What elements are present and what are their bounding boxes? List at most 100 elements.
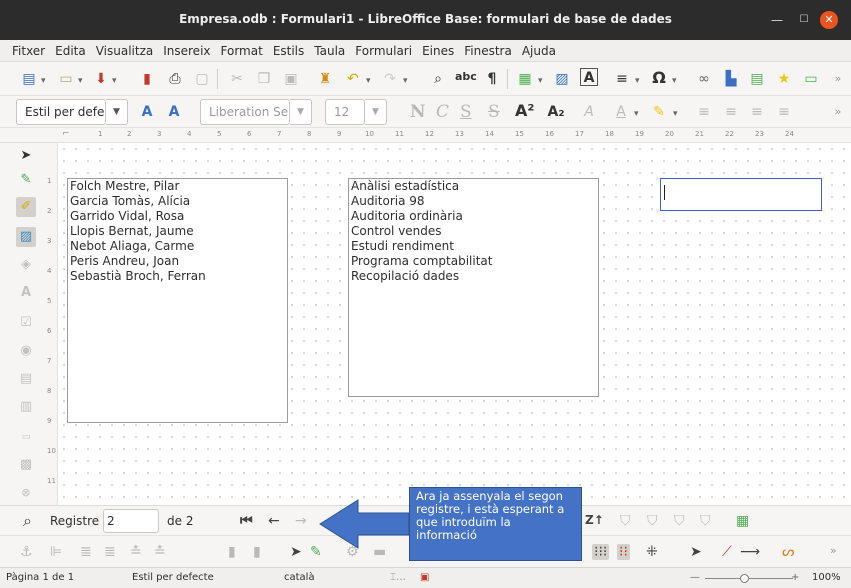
- bring-forward-icon[interactable]: ≣: [104, 544, 116, 560]
- save-dropdown-icon[interactable]: ▾: [112, 76, 117, 86]
- new-document-icon[interactable]: ▤: [20, 70, 38, 88]
- justify-icon[interactable]: ≡: [775, 103, 793, 121]
- strikethrough-icon[interactable]: S: [488, 102, 500, 122]
- track-changes-icon[interactable]: ▭: [802, 70, 820, 88]
- redo-icon[interactable]: ↷: [381, 70, 399, 88]
- font-dropdown-icon[interactable]: ▼: [290, 99, 312, 125]
- spelling-icon[interactable]: abc: [455, 68, 477, 86]
- language-status[interactable]: català: [284, 572, 315, 583]
- align-right-icon[interactable]: ≡: [748, 103, 766, 121]
- font-size-combo[interactable]: 12: [325, 99, 365, 125]
- align-left-icon[interactable]: ≡: [695, 103, 713, 121]
- new-dropdown-icon[interactable]: ▾: [41, 76, 46, 86]
- list-item[interactable]: Garcia Tomàs, Alícia: [68, 194, 287, 209]
- first-record-icon[interactable]: ⏮: [240, 513, 253, 529]
- arrow-line-icon[interactable]: ⟶: [740, 544, 760, 560]
- option-button-icon[interactable]: ◉: [16, 341, 36, 361]
- form-filter-icon[interactable]: ⛉: [674, 513, 685, 529]
- update-style-icon[interactable]: A: [138, 103, 156, 121]
- list-item[interactable]: Control vendes: [349, 224, 598, 239]
- previous-record-icon[interactable]: ←: [268, 513, 280, 529]
- curve-icon[interactable]: ᔕ: [782, 544, 794, 560]
- list-item[interactable]: Anàlisi estadística: [349, 179, 598, 194]
- push-button-icon[interactable]: ▭: [16, 427, 36, 447]
- paste-icon[interactable]: ▣: [282, 70, 300, 88]
- undo-icon[interactable]: ↶: [344, 70, 362, 88]
- menu-finestra[interactable]: Finestra: [459, 40, 517, 58]
- clone-formatting-icon[interactable]: ♜: [316, 70, 334, 88]
- record-number-field[interactable]: 2: [103, 509, 159, 533]
- list-item[interactable]: Peris Andreu, Joan: [68, 254, 287, 269]
- list-item[interactable]: Nebot Aliaga, Carme: [68, 239, 287, 254]
- size-dropdown-icon[interactable]: ▼: [365, 99, 387, 125]
- superscript-icon[interactable]: A²: [515, 102, 534, 120]
- find-replace-icon[interactable]: ⌕: [429, 70, 447, 88]
- maximize-button[interactable]: ☐: [795, 11, 813, 29]
- subscript-icon[interactable]: A₂: [547, 103, 565, 121]
- zoom-slider[interactable]: [705, 578, 793, 579]
- redo-dropdown-icon[interactable]: ▾: [403, 76, 408, 86]
- line-icon[interactable]: ⟋: [722, 544, 732, 560]
- display-grid-icon[interactable]: ⁝⁝⁝: [592, 544, 610, 560]
- insert-textbox-icon[interactable]: A: [580, 68, 598, 86]
- style-dropdown-icon[interactable]: ▼: [106, 99, 128, 125]
- send-backward-icon[interactable]: ≛: [130, 544, 142, 560]
- list-item[interactable]: Folch Mestre, Pilar: [68, 179, 287, 194]
- font-name-combo[interactable]: Liberation Se: [200, 99, 290, 125]
- insert-image-icon[interactable]: ▨: [553, 70, 571, 88]
- comment-icon[interactable]: ▤: [748, 70, 766, 88]
- arrange-icon[interactable]: ≣: [80, 544, 92, 560]
- new-style-icon[interactable]: A: [165, 103, 183, 121]
- digital-signature-icon[interactable]: ▣: [420, 572, 429, 583]
- list-box-icon[interactable]: ▤: [16, 369, 36, 389]
- print-icon[interactable]: ⎙: [166, 70, 184, 88]
- insert-table-icon[interactable]: ▦: [516, 70, 534, 88]
- more-design-icon[interactable]: »: [830, 544, 837, 557]
- pointer-icon[interactable]: ➤: [16, 146, 36, 166]
- special-character-icon[interactable]: Ω: [650, 69, 668, 87]
- more-formatting-icon[interactable]: »: [829, 103, 847, 121]
- group-icon[interactable]: ≛: [154, 544, 166, 560]
- list-item[interactable]: Recopilació dades: [349, 269, 598, 284]
- formatting-marks-icon[interactable]: ¶: [483, 70, 501, 88]
- menu-edita[interactable]: Edita: [50, 40, 91, 58]
- hyperlink-icon[interactable]: ∞: [695, 70, 713, 88]
- data-text-field[interactable]: [660, 178, 822, 211]
- apply-filter-icon[interactable]: ⛉: [647, 513, 658, 529]
- next-record-icon[interactable]: →: [295, 513, 307, 529]
- menu-eines[interactable]: Eines: [417, 40, 459, 58]
- more-controls-icon[interactable]: ⊗: [16, 483, 36, 503]
- horizontal-ruler[interactable]: ⌐ 1 2 3 4 5 6 7 8 9 10 11 12 13 14 15 16…: [0, 129, 851, 143]
- italic-icon[interactable]: C: [436, 102, 449, 122]
- combo-box-icon[interactable]: ▥: [16, 397, 36, 417]
- bold-icon[interactable]: N: [410, 102, 426, 122]
- menu-estils[interactable]: Estils: [268, 40, 309, 58]
- selection-icon[interactable]: ➤: [690, 544, 702, 560]
- image-control-icon[interactable]: ▩: [16, 455, 36, 475]
- insert-mode-icon[interactable]: ⌶…: [390, 572, 406, 583]
- align-center-icon[interactable]: ≡: [722, 103, 740, 121]
- checkbox-icon[interactable]: ☑: [16, 313, 36, 333]
- align-icon[interactable]: ⊫: [50, 544, 62, 560]
- employees-listbox[interactable]: Folch Mestre, Pilar Garcia Tomàs, Alícia…: [67, 178, 288, 423]
- highlight-icon[interactable]: ✎: [650, 103, 668, 121]
- select-icon[interactable]: ➤: [290, 544, 302, 560]
- list-item[interactable]: Llopis Bernat, Jaume: [68, 224, 287, 239]
- menu-insereix[interactable]: Insereix: [158, 40, 215, 58]
- undo-dropdown-icon[interactable]: ▾: [366, 76, 371, 86]
- list-item[interactable]: Programa comptabilitat: [349, 254, 598, 269]
- list-item[interactable]: Garrido Vidal, Rosa: [68, 209, 287, 224]
- reset-filter-icon[interactable]: ⛉: [700, 513, 711, 529]
- find-record-icon[interactable]: ⌕: [23, 511, 32, 531]
- clear-formatting-icon[interactable]: A: [580, 103, 598, 121]
- label-icon[interactable]: ◈: [16, 255, 36, 275]
- table-dropdown-icon[interactable]: ▾: [538, 76, 543, 86]
- copy-icon[interactable]: ❐: [255, 70, 273, 88]
- export-pdf-icon[interactable]: ▮: [138, 70, 156, 88]
- form-navigator-icon[interactable]: ▮: [228, 544, 236, 560]
- minimize-button[interactable]: —: [768, 11, 786, 29]
- insert-field-icon[interactable]: ≡: [613, 70, 631, 88]
- footnote-icon[interactable]: ▙: [722, 70, 740, 88]
- print-preview-icon[interactable]: ▢: [193, 70, 211, 88]
- menu-taula[interactable]: Taula: [309, 40, 350, 58]
